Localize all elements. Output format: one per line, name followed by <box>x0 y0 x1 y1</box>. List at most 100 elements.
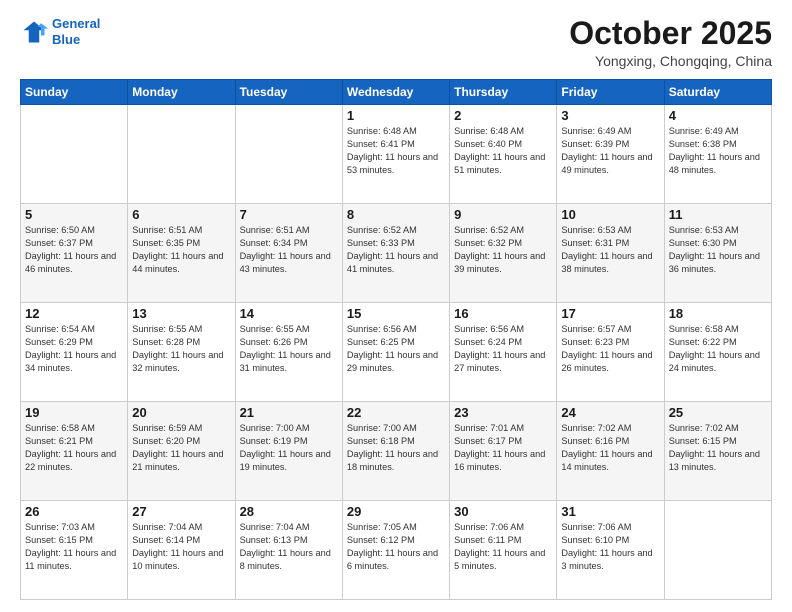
day-number: 21 <box>240 405 338 420</box>
calendar-week-row: 1Sunrise: 6:48 AM Sunset: 6:41 PM Daylig… <box>21 105 772 204</box>
day-info: Sunrise: 6:56 AM Sunset: 6:24 PM Dayligh… <box>454 323 552 375</box>
day-info: Sunrise: 7:00 AM Sunset: 6:19 PM Dayligh… <box>240 422 338 474</box>
calendar-header-row: SundayMondayTuesdayWednesdayThursdayFrid… <box>21 80 772 105</box>
day-info: Sunrise: 7:05 AM Sunset: 6:12 PM Dayligh… <box>347 521 445 573</box>
day-info: Sunrise: 6:54 AM Sunset: 6:29 PM Dayligh… <box>25 323 123 375</box>
day-number: 5 <box>25 207 123 222</box>
calendar-cell: 18Sunrise: 6:58 AM Sunset: 6:22 PM Dayli… <box>664 303 771 402</box>
logo-text: General Blue <box>52 16 100 47</box>
day-number: 15 <box>347 306 445 321</box>
day-number: 25 <box>669 405 767 420</box>
day-number: 24 <box>561 405 659 420</box>
logo-line2: Blue <box>52 32 80 47</box>
calendar-cell: 29 Sunrise: 7:05 AM Sunset: 6:12 PM Dayli… <box>342 501 449 600</box>
header: General Blue October 2025 Yongxing, Chon… <box>20 16 772 69</box>
calendar-cell: 3 Sunrise: 6:49 AM Sunset: 6:39 PM Daylig… <box>557 105 664 204</box>
day-info: Sunrise: 6:49 AM Sunset: 6:38 PM Dayligh… <box>669 125 767 177</box>
calendar-cell: 30Sunrise: 7:06 AM Sunset: 6:11 PM Dayli… <box>450 501 557 600</box>
day-info: Sunrise: 7:01 AM Sunset: 6:17 PM Dayligh… <box>454 422 552 474</box>
day-number: 27 <box>132 504 230 519</box>
day-number: 14 <box>240 306 338 321</box>
calendar-week-row: 26 Sunrise: 7:03 AM Sunset: 6:15 PM Dayli… <box>21 501 772 600</box>
calendar-table: SundayMondayTuesdayWednesdayThursdayFrid… <box>20 79 772 600</box>
day-info: Sunrise: 7:04 AM Sunset: 6:13 PM Dayligh… <box>240 521 338 573</box>
month-title: October 2025 <box>569 16 772 51</box>
day-info: Sunrise: 7:06 AM Sunset: 6:10 PM Dayligh… <box>561 521 659 573</box>
calendar-cell: 17Sunrise: 6:57 AM Sunset: 6:23 PM Dayli… <box>557 303 664 402</box>
calendar-cell: 28 Sunrise: 7:04 AM Sunset: 6:13 PM Dayli… <box>235 501 342 600</box>
day-number: 2 <box>454 108 552 123</box>
day-number: 28 <box>240 504 338 519</box>
day-number: 1 <box>347 108 445 123</box>
day-number: 7 <box>240 207 338 222</box>
day-number: 31 <box>561 504 659 519</box>
day-number: 16 <box>454 306 552 321</box>
day-number: 29 <box>347 504 445 519</box>
calendar-cell: 16 Sunrise: 6:56 AM Sunset: 6:24 PM Dayli… <box>450 303 557 402</box>
day-number: 8 <box>347 207 445 222</box>
day-info: Sunrise: 6:51 AM Sunset: 6:34 PM Dayligh… <box>240 224 338 276</box>
calendar-week-row: 19Sunrise: 6:58 AM Sunset: 6:21 PM Dayli… <box>21 402 772 501</box>
weekday-header: Tuesday <box>235 80 342 105</box>
day-number: 3 <box>561 108 659 123</box>
day-number: 9 <box>454 207 552 222</box>
weekday-header: Saturday <box>664 80 771 105</box>
day-info: Sunrise: 7:02 AM Sunset: 6:15 PM Dayligh… <box>669 422 767 474</box>
day-number: 19 <box>25 405 123 420</box>
calendar-cell: 27 Sunrise: 7:04 AM Sunset: 6:14 PM Dayli… <box>128 501 235 600</box>
day-info: Sunrise: 7:03 AM Sunset: 6:15 PM Dayligh… <box>25 521 123 573</box>
calendar-cell: 11Sunrise: 6:53 AM Sunset: 6:30 PM Dayli… <box>664 204 771 303</box>
calendar-cell: 12Sunrise: 6:54 AM Sunset: 6:29 PM Dayli… <box>21 303 128 402</box>
calendar-cell <box>664 501 771 600</box>
title-block: October 2025 Yongxing, Chongqing, China <box>569 16 772 69</box>
weekday-header: Thursday <box>450 80 557 105</box>
weekday-header: Monday <box>128 80 235 105</box>
day-number: 17 <box>561 306 659 321</box>
day-info: Sunrise: 6:49 AM Sunset: 6:39 PM Dayligh… <box>561 125 659 177</box>
logo-icon <box>20 18 48 46</box>
calendar-cell: 24Sunrise: 7:02 AM Sunset: 6:16 PM Dayli… <box>557 402 664 501</box>
calendar-cell: 1Sunrise: 6:48 AM Sunset: 6:41 PM Daylig… <box>342 105 449 204</box>
day-info: Sunrise: 6:52 AM Sunset: 6:33 PM Dayligh… <box>347 224 445 276</box>
day-number: 4 <box>669 108 767 123</box>
day-info: Sunrise: 6:48 AM Sunset: 6:40 PM Dayligh… <box>454 125 552 177</box>
day-info: Sunrise: 6:55 AM Sunset: 6:28 PM Dayligh… <box>132 323 230 375</box>
calendar-week-row: 12Sunrise: 6:54 AM Sunset: 6:29 PM Dayli… <box>21 303 772 402</box>
day-info: Sunrise: 6:52 AM Sunset: 6:32 PM Dayligh… <box>454 224 552 276</box>
calendar-cell: 5Sunrise: 6:50 AM Sunset: 6:37 PM Daylig… <box>21 204 128 303</box>
calendar-cell <box>21 105 128 204</box>
logo-line1: General <box>52 16 100 31</box>
calendar-cell: 19Sunrise: 6:58 AM Sunset: 6:21 PM Dayli… <box>21 402 128 501</box>
calendar-cell: 13 Sunrise: 6:55 AM Sunset: 6:28 PM Dayli… <box>128 303 235 402</box>
day-number: 10 <box>561 207 659 222</box>
calendar-cell: 14Sunrise: 6:55 AM Sunset: 6:26 PM Dayli… <box>235 303 342 402</box>
calendar-cell: 31 Sunrise: 7:06 AM Sunset: 6:10 PM Dayli… <box>557 501 664 600</box>
calendar-cell: 22 Sunrise: 7:00 AM Sunset: 6:18 PM Dayli… <box>342 402 449 501</box>
day-number: 13 <box>132 306 230 321</box>
day-info: Sunrise: 6:56 AM Sunset: 6:25 PM Dayligh… <box>347 323 445 375</box>
location: Yongxing, Chongqing, China <box>569 53 772 69</box>
calendar-cell: 23 Sunrise: 7:01 AM Sunset: 6:17 PM Dayli… <box>450 402 557 501</box>
logo: General Blue <box>20 16 100 47</box>
day-number: 20 <box>132 405 230 420</box>
day-info: Sunrise: 6:53 AM Sunset: 6:31 PM Dayligh… <box>561 224 659 276</box>
day-info: Sunrise: 7:00 AM Sunset: 6:18 PM Dayligh… <box>347 422 445 474</box>
calendar-cell: 26 Sunrise: 7:03 AM Sunset: 6:15 PM Dayli… <box>21 501 128 600</box>
calendar-cell: 20 Sunrise: 6:59 AM Sunset: 6:20 PM Dayli… <box>128 402 235 501</box>
page: General Blue October 2025 Yongxing, Chon… <box>0 0 792 612</box>
day-info: Sunrise: 7:04 AM Sunset: 6:14 PM Dayligh… <box>132 521 230 573</box>
day-number: 26 <box>25 504 123 519</box>
calendar-week-row: 5Sunrise: 6:50 AM Sunset: 6:37 PM Daylig… <box>21 204 772 303</box>
calendar-cell: 7 Sunrise: 6:51 AM Sunset: 6:34 PM Daylig… <box>235 204 342 303</box>
day-info: Sunrise: 6:51 AM Sunset: 6:35 PM Dayligh… <box>132 224 230 276</box>
weekday-header: Friday <box>557 80 664 105</box>
calendar-cell: 21 Sunrise: 7:00 AM Sunset: 6:19 PM Dayli… <box>235 402 342 501</box>
day-info: Sunrise: 6:53 AM Sunset: 6:30 PM Dayligh… <box>669 224 767 276</box>
day-number: 23 <box>454 405 552 420</box>
calendar-cell <box>128 105 235 204</box>
day-number: 22 <box>347 405 445 420</box>
calendar-cell: 25 Sunrise: 7:02 AM Sunset: 6:15 PM Dayli… <box>664 402 771 501</box>
calendar-cell: 9 Sunrise: 6:52 AM Sunset: 6:32 PM Daylig… <box>450 204 557 303</box>
day-info: Sunrise: 6:59 AM Sunset: 6:20 PM Dayligh… <box>132 422 230 474</box>
calendar-cell <box>235 105 342 204</box>
